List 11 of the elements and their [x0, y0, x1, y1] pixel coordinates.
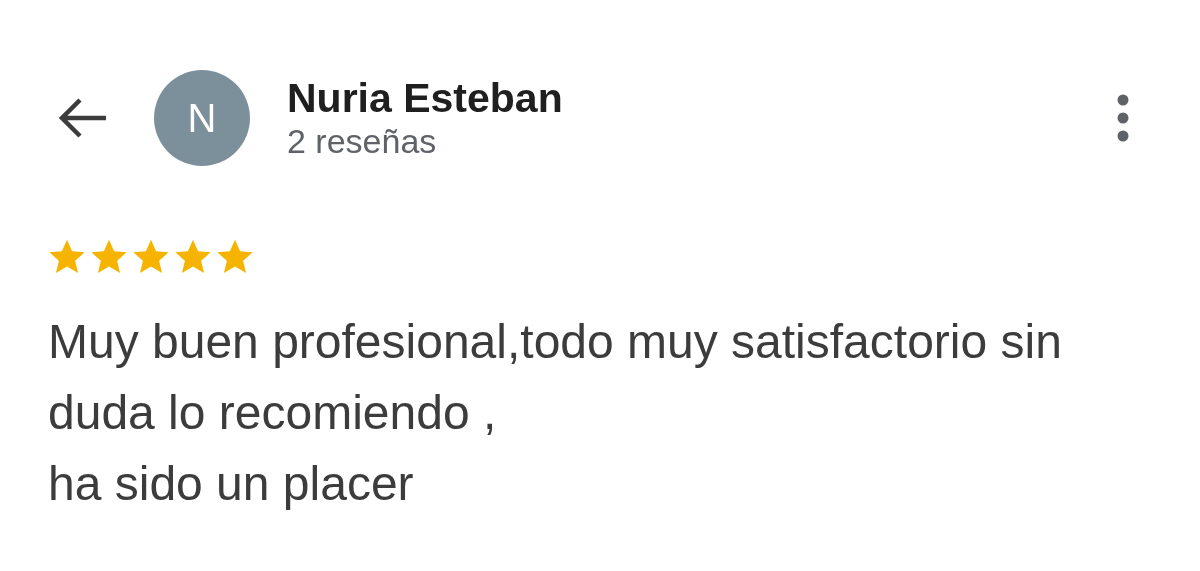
- avatar: N: [154, 70, 250, 166]
- reviewer-name: Nuria Esteban: [287, 75, 563, 121]
- star-icon: [131, 238, 171, 276]
- back-arrow-icon[interactable]: [56, 96, 108, 140]
- star-icon: [215, 238, 255, 276]
- star-icon: [89, 238, 129, 276]
- star-icon: [173, 238, 213, 276]
- more-options-icon[interactable]: [1116, 94, 1130, 142]
- review-count: 2 reseñas: [287, 121, 438, 161]
- star-icon: [47, 238, 87, 276]
- review-text: Muy buen profesional,todo muy satisfactorio sin duda lo recomiendo , ha sido un placer: [48, 314, 1063, 512]
